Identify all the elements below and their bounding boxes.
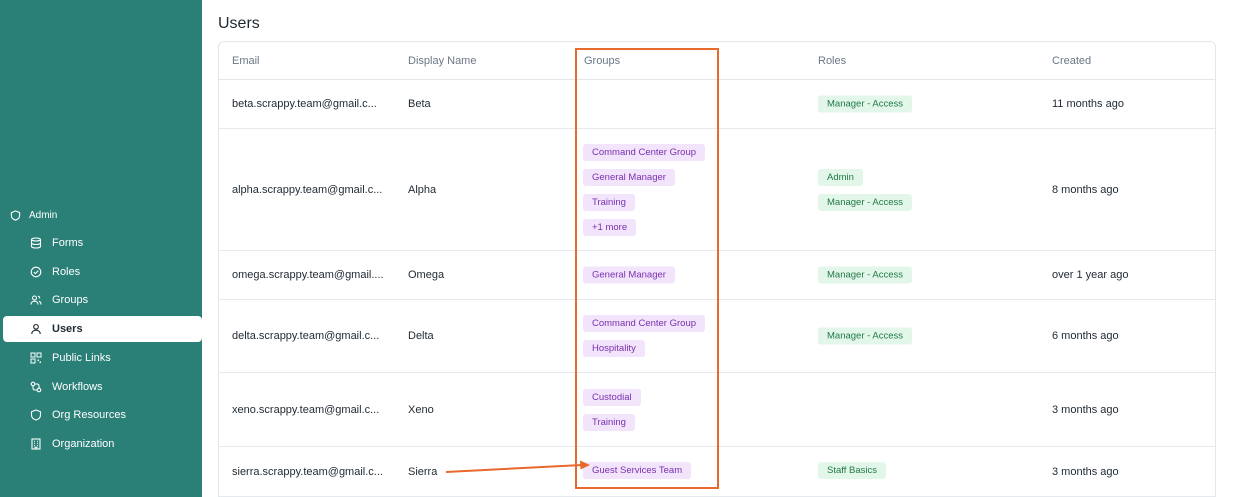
sidebar-item-label: Public Links <box>52 352 111 364</box>
display-name-cell: Alpha <box>408 183 437 196</box>
role-badge: Staff Basics <box>818 461 886 479</box>
groups-column-highlight <box>575 48 719 489</box>
email-cell: omega.scrappy.team@gmail.... <box>232 269 384 281</box>
sidebar-item-label: Roles <box>52 266 81 278</box>
shield-icon <box>30 409 42 421</box>
created-cell: 8 months ago <box>1052 183 1119 196</box>
user-icon <box>31 323 41 335</box>
sidebar-item-workflows[interactable]: Workflows <box>3 374 202 400</box>
sidebar-section-admin: Admin <box>10 210 57 221</box>
sidebar-item-forms[interactable]: Forms <box>3 230 202 256</box>
role-badge: Manager - Access <box>818 327 913 345</box>
created-cell: over 1 year ago <box>1052 269 1129 281</box>
sidebar-item-public-links[interactable]: Public Links <box>3 345 202 371</box>
email-cell: beta.scrappy.team@gmail.c... <box>232 98 377 110</box>
database-icon <box>30 237 42 249</box>
users-icon <box>30 295 42 305</box>
roles-cell: Staff Basics <box>818 461 886 479</box>
sidebar-item-roles[interactable]: Roles <box>3 259 202 285</box>
roles-cell: Manager - Access <box>818 95 913 113</box>
workflow-icon <box>30 381 42 393</box>
sidebar-item-label: Workflows <box>52 381 103 393</box>
sidebar-item-label: Org Resources <box>52 409 126 421</box>
role-badge: Manager - Access <box>818 193 913 211</box>
page-title: Users <box>218 15 260 32</box>
sidebar-item-label: Forms <box>52 237 84 249</box>
email-cell: alpha.scrappy.team@gmail.c... <box>232 183 383 196</box>
sidebar-item-label: Groups <box>52 294 89 306</box>
column-header-display-name[interactable]: Display Name <box>408 55 476 67</box>
display-name-cell: Sierra <box>408 465 438 478</box>
column-header-created[interactable]: Created <box>1052 55 1091 67</box>
email-cell: xeno.scrappy.team@gmail.c... <box>232 403 380 416</box>
created-cell: 11 months ago <box>1052 98 1124 110</box>
sidebar-section-label: Admin <box>29 210 58 221</box>
sidebar: Admin Forms Roles Groups Users Public Li… <box>0 0 202 497</box>
role-badge: Admin <box>818 168 863 186</box>
email-cell: sierra.scrappy.team@gmail.c... <box>232 465 383 478</box>
role-badge: Manager - Access <box>818 266 913 284</box>
created-cell: 6 months ago <box>1052 330 1119 342</box>
building-icon <box>31 438 41 450</box>
created-cell: 3 months ago <box>1052 403 1119 416</box>
roles-cell: Manager - Access <box>818 266 913 284</box>
sidebar-item-label: Users <box>52 323 83 335</box>
display-name-cell: Omega <box>408 269 445 281</box>
display-name-cell: Xeno <box>408 403 434 416</box>
column-header-email[interactable]: Email <box>232 55 260 67</box>
roles-cell: Admin Manager - Access <box>818 168 913 211</box>
shield-icon <box>10 210 21 221</box>
sidebar-item-label: Organization <box>52 438 115 450</box>
display-name-cell: Beta <box>408 98 431 110</box>
display-name-cell: Delta <box>408 330 434 342</box>
qr-code-icon <box>30 352 42 364</box>
sidebar-item-org-resources[interactable]: Org Resources <box>3 402 202 428</box>
created-cell: 3 months ago <box>1052 465 1119 478</box>
role-badge: Manager - Access <box>818 95 913 113</box>
column-header-roles[interactable]: Roles <box>818 55 846 67</box>
sidebar-item-groups[interactable]: Groups <box>3 287 202 313</box>
roles-cell: Manager - Access <box>818 327 913 345</box>
check-circle-icon <box>30 266 42 278</box>
sidebar-item-organization[interactable]: Organization <box>3 431 202 457</box>
email-cell: delta.scrappy.team@gmail.c... <box>232 330 380 342</box>
sidebar-item-users[interactable]: Users <box>3 316 202 342</box>
